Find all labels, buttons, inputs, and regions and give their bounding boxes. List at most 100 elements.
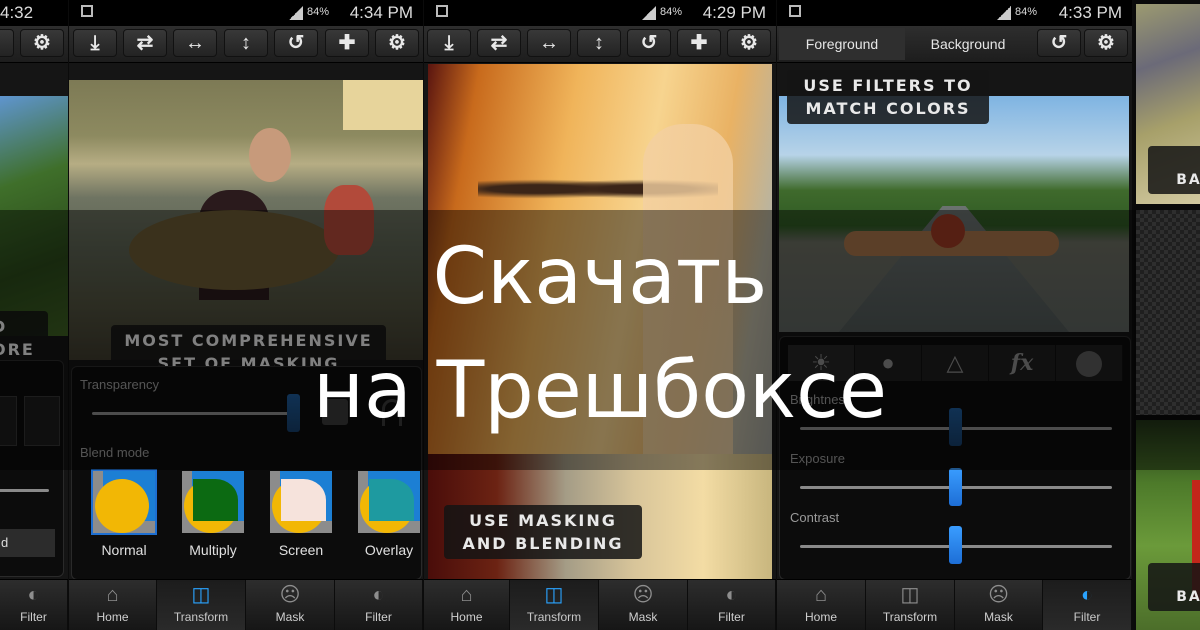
nav-mask[interactable]: ☹ Mask: [955, 580, 1043, 630]
nav-filter[interactable]: ◐ Filter: [0, 580, 68, 630]
blend-button[interactable]: d: [0, 529, 55, 557]
caption-line: BAC: [1176, 589, 1200, 605]
nav-filter[interactable]: ◐ Filter: [1043, 580, 1132, 630]
undo-icon: ↺: [640, 32, 658, 54]
undo-button[interactable]: ↺: [0, 29, 14, 57]
flip-horizontal-button[interactable]: ↔: [173, 29, 217, 57]
nav-label: Mask: [275, 610, 305, 624]
nav-home[interactable]: ⌂ Home: [424, 580, 510, 630]
feature-caption: USE MASKING AND BLENDING: [444, 505, 642, 559]
flip-horizontal-button[interactable]: ↔: [527, 29, 571, 57]
status-bar: 4:32 PM: [0, 0, 68, 42]
slider-track[interactable]: [0, 489, 49, 492]
gallery-notification-icon: [81, 5, 93, 17]
tab-foreground[interactable]: Foreground: [779, 28, 905, 60]
gallery-notification-icon: [789, 5, 801, 17]
import-button[interactable]: ⤓: [73, 29, 117, 57]
home-icon: ⌂: [460, 584, 473, 606]
nav-transform[interactable]: ◫ Transform: [157, 580, 246, 630]
headline-line-1: Скачать: [432, 232, 768, 322]
bottom-nav: ◐ Filter: [0, 579, 68, 630]
caption-line: USE MASKING: [469, 511, 617, 530]
contrast-label: Contrast: [790, 510, 840, 525]
status-bar: 84% 4:29 PM: [424, 0, 776, 26]
nav-home[interactable]: ⌂ Home: [69, 580, 157, 630]
caption-line: USE FILTERS TO: [803, 76, 973, 95]
screen-swatch: [270, 471, 332, 533]
exposure-thumb[interactable]: [949, 468, 962, 506]
settings-button[interactable]: ⚙: [375, 29, 419, 57]
status-bar: 84% 4:33 PM: [777, 0, 1132, 26]
settings-button[interactable]: ⚙: [1084, 29, 1128, 57]
photo-sky: [343, 80, 423, 130]
blend-option-label: Screen: [278, 542, 324, 558]
filter-icon: ◐: [725, 584, 738, 606]
flip-horizontal-icon: ↔: [539, 32, 559, 54]
photo-head: [249, 128, 291, 182]
headline-line-2: на Трешбоксе: [313, 346, 887, 436]
caption-line: BAC: [1176, 172, 1200, 188]
nav-mask[interactable]: ☹ Mask: [599, 580, 688, 630]
mask-icon: ☹: [632, 584, 654, 606]
normal-swatch: [93, 471, 155, 533]
home-icon: ⌂: [106, 584, 119, 606]
swap-button[interactable]: ⇄: [123, 29, 167, 57]
battery-percent: 84%: [1015, 6, 1038, 18]
settings-icon: ⚙: [388, 32, 406, 54]
nav-home[interactable]: ⌂ Home: [777, 580, 866, 630]
flip-horizontal-icon: ↔: [185, 32, 205, 54]
move-button[interactable]: ✚: [677, 29, 721, 57]
swap-icon: ⇄: [490, 32, 508, 54]
swap-button[interactable]: ⇄: [477, 29, 521, 57]
download-stack-icon: ⤓: [90, 32, 100, 54]
caption-line: AND BLENDING: [462, 534, 624, 553]
bottom-nav: ⌂ Home ◫ Transform ☹ Mask ◐ Filter: [424, 579, 776, 630]
multiply-swatch: [182, 471, 244, 533]
feature-caption: A BAC: [1148, 563, 1200, 611]
status-time: 4:34 PM: [349, 3, 413, 22]
overlay-swatch: [358, 471, 420, 533]
nav-filter[interactable]: ◐ Filter: [335, 580, 423, 630]
move-icon: ✚: [690, 32, 708, 54]
battery-percent: 84%: [660, 6, 683, 18]
flip-vertical-button[interactable]: ↕: [577, 29, 621, 57]
nav-label: Transform: [173, 610, 229, 624]
transform-icon: ◫: [900, 584, 920, 606]
gallery-notification-icon: [436, 5, 448, 17]
nav-label: Filter: [365, 610, 392, 624]
status-bar: 84% 4:34 PM: [69, 0, 423, 26]
nav-label: Mask: [984, 610, 1013, 624]
nav-label: Filter: [1073, 610, 1101, 624]
nav-label: Filter: [718, 610, 745, 624]
flip-vertical-icon: ↕: [594, 32, 604, 54]
settings-button[interactable]: ⚙: [727, 29, 771, 57]
undo-button[interactable]: ↺: [1037, 29, 1081, 57]
contrast-thumb[interactable]: [949, 526, 962, 564]
mask-icon: ☹: [988, 584, 1009, 606]
nav-transform[interactable]: ◫ Transform: [510, 580, 599, 630]
toolbar: ⤓ ⇄ ↔ ↕ ↺ ✚ ⚙: [424, 26, 776, 63]
nav-label: Transform: [526, 610, 582, 624]
filter-icon: ◐: [372, 584, 385, 606]
nav-label: Home: [96, 610, 129, 624]
flip-vertical-button[interactable]: ↕: [224, 29, 268, 57]
nav-mask[interactable]: ☹ Mask: [246, 580, 335, 630]
tab-background[interactable]: Background: [905, 28, 1031, 60]
nav-label: Home: [450, 610, 483, 624]
import-button[interactable]: ⤓: [427, 29, 471, 57]
nav-filter[interactable]: ◐ Filter: [688, 580, 776, 630]
filter-icon: ◐: [27, 584, 40, 606]
undo-button[interactable]: ↺: [274, 29, 318, 57]
undo-button[interactable]: ↺: [627, 29, 671, 57]
nav-label: Mask: [628, 610, 658, 624]
settings-icon: ⚙: [740, 32, 758, 54]
move-button[interactable]: ✚: [325, 29, 369, 57]
nav-label: Transform: [882, 610, 938, 624]
blend-option-label: Normal: [101, 542, 147, 558]
nav-transform[interactable]: ◫ Transform: [866, 580, 955, 630]
settings-button[interactable]: ⚙: [20, 29, 64, 57]
nav-label: Filter: [20, 610, 47, 624]
signal-icon: [997, 6, 1011, 20]
nav-label: Home: [804, 610, 837, 624]
bottom-nav: ⌂ Home ◫ Transform ☹ Mask ◐ Filter: [69, 579, 423, 630]
